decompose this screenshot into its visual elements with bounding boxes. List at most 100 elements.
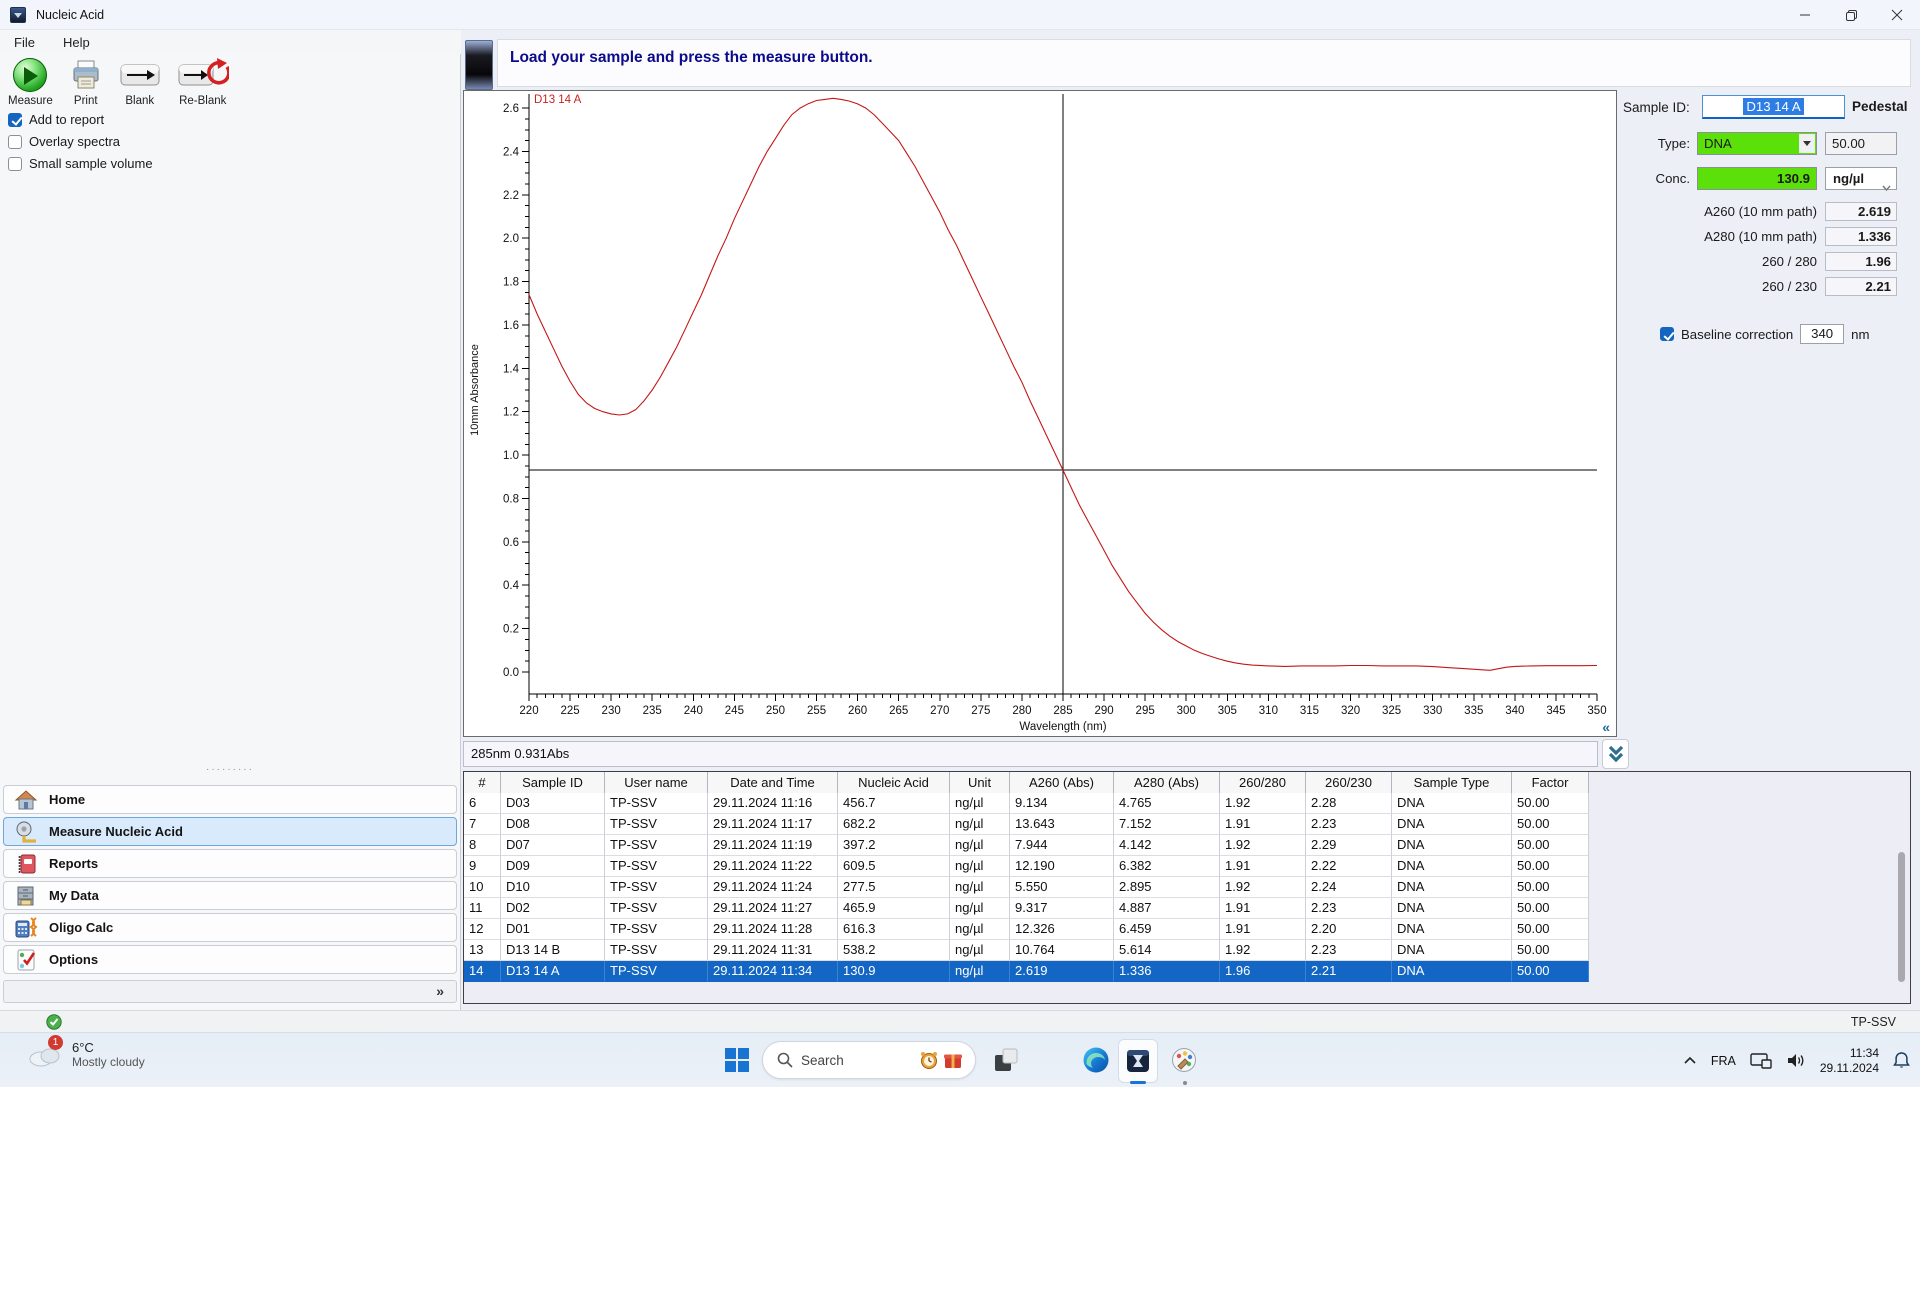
table-cell: DNA bbox=[1392, 856, 1512, 877]
table-row[interactable]: 14D13 14 ATP-SSV29.11.2024 11:34130.9ng/… bbox=[464, 961, 1589, 982]
table-row[interactable]: 7D08TP-SSV29.11.2024 11:17682.2ng/µl13.6… bbox=[464, 814, 1589, 835]
blank-button[interactable]: Blank bbox=[119, 58, 161, 107]
column-header[interactable]: 260/280 bbox=[1220, 772, 1306, 794]
splitter-handle[interactable]: ········· bbox=[0, 766, 460, 774]
table-row[interactable]: 10D10TP-SSV29.11.2024 11:24277.5ng/µl5.5… bbox=[464, 877, 1589, 898]
table-cell: 2.23 bbox=[1306, 940, 1392, 961]
table-row[interactable]: 6D03TP-SSV29.11.2024 11:16456.7ng/µl9.13… bbox=[464, 793, 1589, 814]
speaker-icon[interactable] bbox=[1786, 1052, 1806, 1069]
language-indicator[interactable]: FRA bbox=[1711, 1054, 1736, 1068]
nanodrop-app-taskbar-icon[interactable] bbox=[1118, 1039, 1158, 1083]
search-placeholder: Search bbox=[801, 1053, 919, 1068]
sidebar-collapse-bar[interactable]: » bbox=[3, 980, 457, 1003]
table-header-row: #Sample IDUser nameDate and TimeNucleic … bbox=[464, 772, 1589, 793]
sidebar-item-oligo-calc[interactable]: Oligo Calc bbox=[3, 913, 457, 942]
sidebar-item-label: Oligo Calc bbox=[49, 920, 113, 935]
factor-field[interactable]: 50.00 bbox=[1825, 132, 1897, 155]
table-cell: 7.152 bbox=[1114, 814, 1220, 835]
column-header[interactable]: Nucleic Acid bbox=[838, 772, 950, 794]
table-cell: 50.00 bbox=[1512, 814, 1589, 835]
table-row[interactable]: 8D07TP-SSV29.11.2024 11:19397.2ng/µl7.94… bbox=[464, 835, 1589, 856]
restore-button[interactable] bbox=[1828, 0, 1874, 30]
table-cell: D02 bbox=[501, 898, 605, 919]
cursor-readout: 285nm 0.931Abs bbox=[463, 741, 1598, 767]
baseline-wavelength-field[interactable]: 340 bbox=[1800, 324, 1844, 344]
column-header[interactable]: Sample ID bbox=[501, 772, 605, 794]
table-row[interactable]: 11D02TP-SSV29.11.2024 11:27465.9ng/µl9.3… bbox=[464, 898, 1589, 919]
column-header[interactable]: Unit bbox=[950, 772, 1010, 794]
svg-text:10mm Absorbance: 10mm Absorbance bbox=[469, 344, 481, 436]
unit-select[interactable]: ng/µl bbox=[1825, 167, 1897, 190]
sidebar-item-label: Measure Nucleic Acid bbox=[49, 824, 183, 839]
minimize-button[interactable] bbox=[1782, 0, 1828, 30]
table-scrollbar[interactable] bbox=[1898, 852, 1905, 982]
table-cell: 29.11.2024 11:34 bbox=[708, 961, 838, 982]
sidebar-item-my-data[interactable]: My Data bbox=[3, 881, 457, 910]
table-cell: D07 bbox=[501, 835, 605, 856]
table-row[interactable]: 12D01TP-SSV29.11.2024 11:28616.3ng/µl12.… bbox=[464, 919, 1589, 940]
column-header[interactable]: Sample Type bbox=[1392, 772, 1512, 794]
start-button[interactable] bbox=[724, 1047, 750, 1073]
add-to-report-checkbox[interactable]: Add to report bbox=[8, 112, 153, 127]
cast-display-icon[interactable] bbox=[1750, 1052, 1772, 1070]
sidebar-item-options[interactable]: Options bbox=[3, 945, 457, 974]
widgets-icon[interactable] bbox=[992, 1046, 1020, 1074]
sidebar-item-home[interactable]: Home bbox=[3, 785, 457, 814]
metric-label: 260 / 230 bbox=[1762, 279, 1825, 294]
column-header[interactable]: A260 (Abs) bbox=[1010, 772, 1114, 794]
column-header[interactable]: 260/230 bbox=[1306, 772, 1392, 794]
small-sample-volume-checkbox[interactable]: Small sample volume bbox=[8, 156, 153, 171]
column-header[interactable]: User name bbox=[605, 772, 708, 794]
gift-icon bbox=[943, 1050, 963, 1070]
home-icon bbox=[13, 788, 39, 812]
table-cell: TP-SSV bbox=[605, 877, 708, 898]
edge-browser-icon[interactable] bbox=[1082, 1046, 1110, 1074]
clock-date: 29.11.2024 bbox=[1820, 1061, 1879, 1076]
tray-chevron-up-icon[interactable] bbox=[1683, 1056, 1697, 1065]
paint-icon[interactable] bbox=[1170, 1046, 1198, 1074]
baseline-checkbox[interactable] bbox=[1660, 327, 1674, 341]
table-cell: 12.190 bbox=[1010, 856, 1114, 877]
svg-text:0.0: 0.0 bbox=[503, 667, 519, 679]
taskbar-weather-widget[interactable]: 1 6°C Mostly cloudy bbox=[26, 1039, 145, 1069]
table-cell: 50.00 bbox=[1512, 856, 1589, 877]
menu-file[interactable]: File bbox=[0, 35, 49, 50]
table-cell: 465.9 bbox=[838, 898, 950, 919]
chart-collapse-button[interactable]: « bbox=[1602, 719, 1610, 735]
table-cell: D13 14 A bbox=[501, 961, 605, 982]
column-header[interactable]: A280 (Abs) bbox=[1114, 772, 1220, 794]
table-cell: 4.765 bbox=[1114, 793, 1220, 814]
svg-text:295: 295 bbox=[1136, 705, 1155, 717]
metric-label: 260 / 280 bbox=[1762, 254, 1825, 269]
table-row[interactable]: 9D09TP-SSV29.11.2024 11:22609.5ng/µl12.1… bbox=[464, 856, 1589, 877]
table-cell: ng/µl bbox=[950, 877, 1010, 898]
overlay-spectra-checkbox[interactable]: Overlay spectra bbox=[8, 134, 153, 149]
taskbar-search[interactable]: Search bbox=[762, 1041, 976, 1079]
column-header[interactable]: Date and Time bbox=[708, 772, 838, 794]
table-cell: 29.11.2024 11:19 bbox=[708, 835, 838, 856]
taskbar-clock[interactable]: 11:34 29.11.2024 bbox=[1820, 1046, 1879, 1076]
sidebar-item-label: Options bbox=[49, 952, 98, 967]
measure-button[interactable]: Measure bbox=[8, 58, 53, 107]
type-select[interactable]: DNA bbox=[1697, 132, 1817, 155]
sidebar-item-reports[interactable]: Reports bbox=[3, 849, 457, 878]
table-cell: 2.24 bbox=[1306, 877, 1392, 898]
svg-text:305: 305 bbox=[1218, 705, 1237, 717]
table-row[interactable]: 13D13 14 BTP-SSV29.11.2024 11:31538.2ng/… bbox=[464, 940, 1589, 961]
menu-help[interactable]: Help bbox=[49, 35, 104, 50]
column-header[interactable]: Factor bbox=[1512, 772, 1589, 794]
expand-readout-button[interactable] bbox=[1602, 739, 1629, 769]
svg-text:280: 280 bbox=[1012, 705, 1031, 717]
options-icon bbox=[13, 948, 39, 972]
close-button[interactable] bbox=[1874, 0, 1920, 30]
sidebar-item-measure-nucleic-acid[interactable]: Measure Nucleic Acid bbox=[3, 817, 457, 846]
print-button[interactable]: Print bbox=[69, 58, 103, 107]
notification-bell-icon[interactable] bbox=[1893, 1051, 1910, 1070]
sample-id-input[interactable]: D13 14 A bbox=[1702, 95, 1845, 119]
table-cell: 616.3 bbox=[838, 919, 950, 940]
column-header[interactable]: # bbox=[464, 772, 501, 794]
table-cell: 29.11.2024 11:17 bbox=[708, 814, 838, 835]
reblank-button[interactable]: Re-Blank bbox=[177, 58, 229, 107]
metric-value: 2.21 bbox=[1825, 277, 1897, 296]
sample-id-selected-text: D13 14 A bbox=[1743, 98, 1803, 115]
